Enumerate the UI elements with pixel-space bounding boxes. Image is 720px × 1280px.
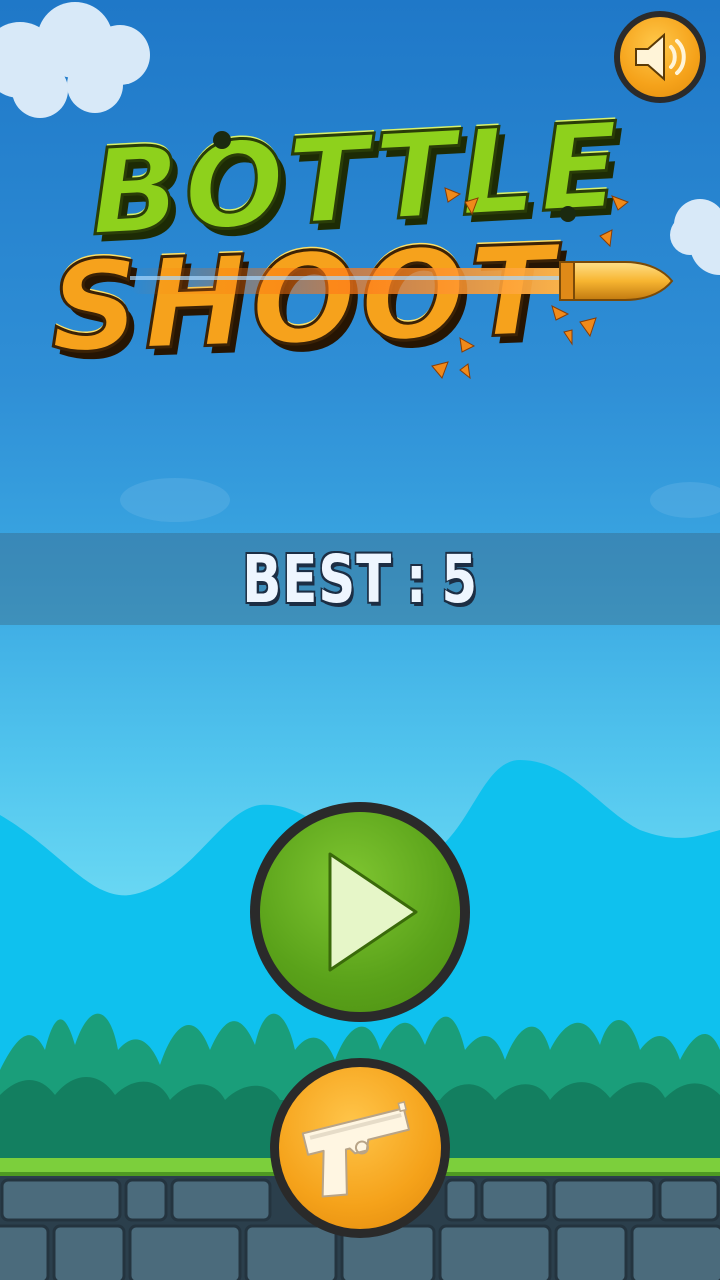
best-score-text: BEST:5 [242,541,478,618]
best-label: BEST [242,540,392,618]
play-button[interactable] [250,802,470,1022]
best-value: 5 [441,540,478,618]
play-icon [328,852,418,972]
cloud-left [0,2,150,118]
best-separator: : [405,540,428,618]
bullet-graphic [130,131,674,380]
sound-toggle-button[interactable] [614,11,706,103]
game-scene: BOTTLE SHOOT BEST: 5 [0,0,720,1280]
pistol-icon [301,1101,411,1198]
weapon-select-button[interactable] [270,1058,450,1238]
game-logo: BOTTLE SHOOT [40,95,700,390]
speaker-icon [635,32,686,82]
best-score-banner: BEST:5 [0,533,720,625]
